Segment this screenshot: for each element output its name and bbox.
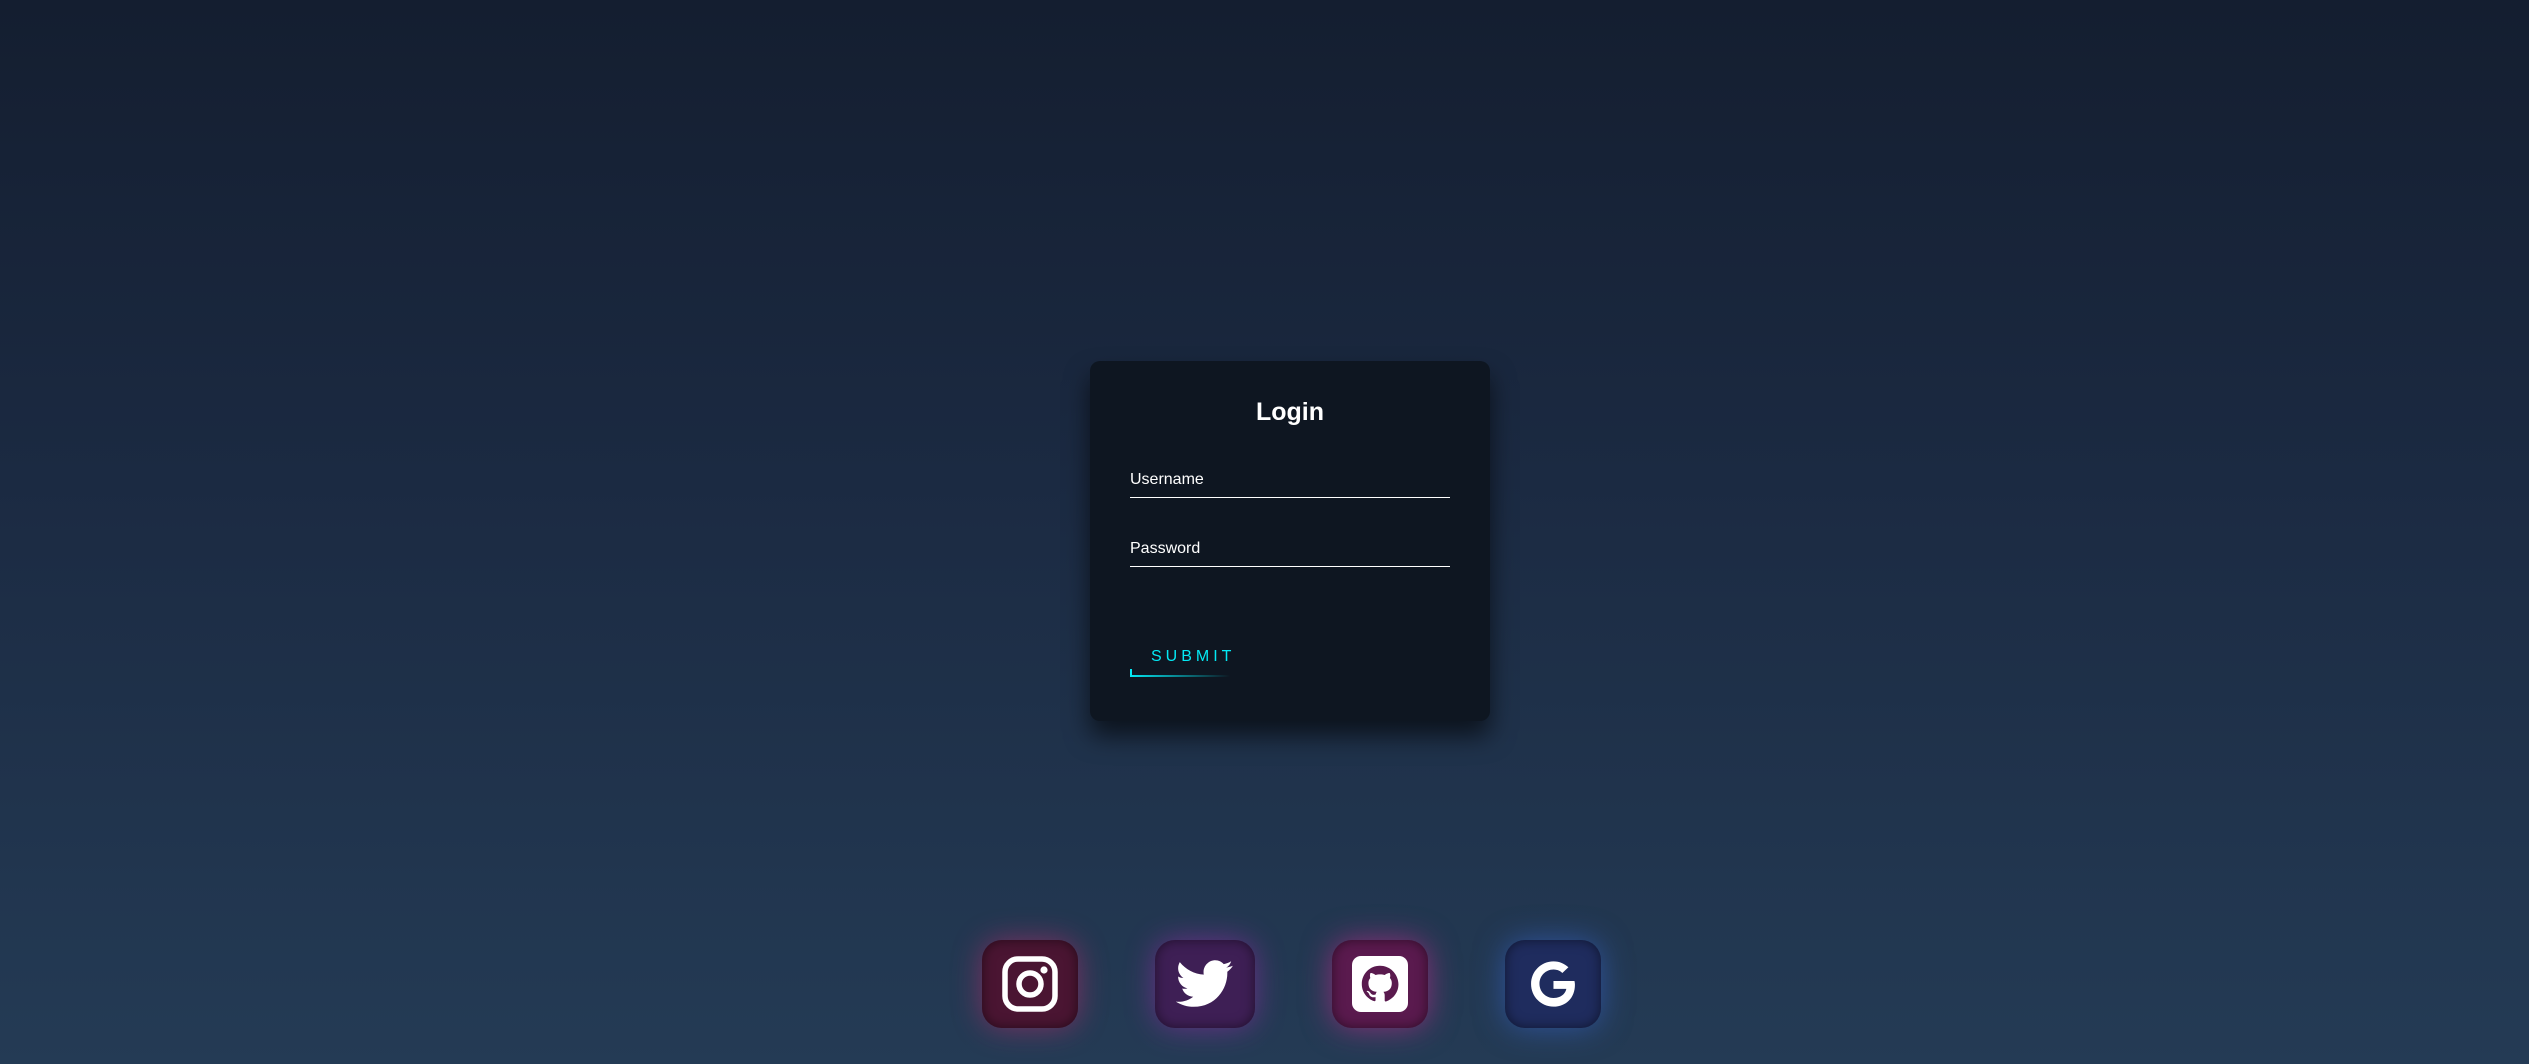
submit-bottom-border [1130, 675, 1230, 677]
social-links [0, 940, 2529, 1030]
twitter-link[interactable] [1155, 940, 1255, 1028]
password-input[interactable] [1130, 527, 1454, 569]
submit-label: SUBMIT [1151, 648, 1236, 665]
github-link[interactable] [1332, 940, 1428, 1028]
google-icon [1531, 961, 1575, 1007]
username-underline [1130, 497, 1450, 498]
submit-left-border [1130, 669, 1132, 677]
password-underline [1130, 566, 1450, 567]
login-title: Login [1255, 398, 1325, 426]
password-field[interactable]: Password [1130, 527, 1454, 569]
google-link[interactable] [1505, 940, 1601, 1028]
login-card: Login Username Password SUBMIT [1090, 361, 1490, 721]
username-input[interactable] [1130, 458, 1454, 500]
submit-button[interactable]: SUBMIT [1130, 639, 1240, 677]
twitter-icon [1176, 960, 1233, 1007]
username-field[interactable]: Username [1130, 458, 1454, 500]
instagram-icon [1002, 956, 1058, 1012]
instagram-link[interactable] [982, 940, 1078, 1028]
github-icon [1352, 956, 1408, 1012]
